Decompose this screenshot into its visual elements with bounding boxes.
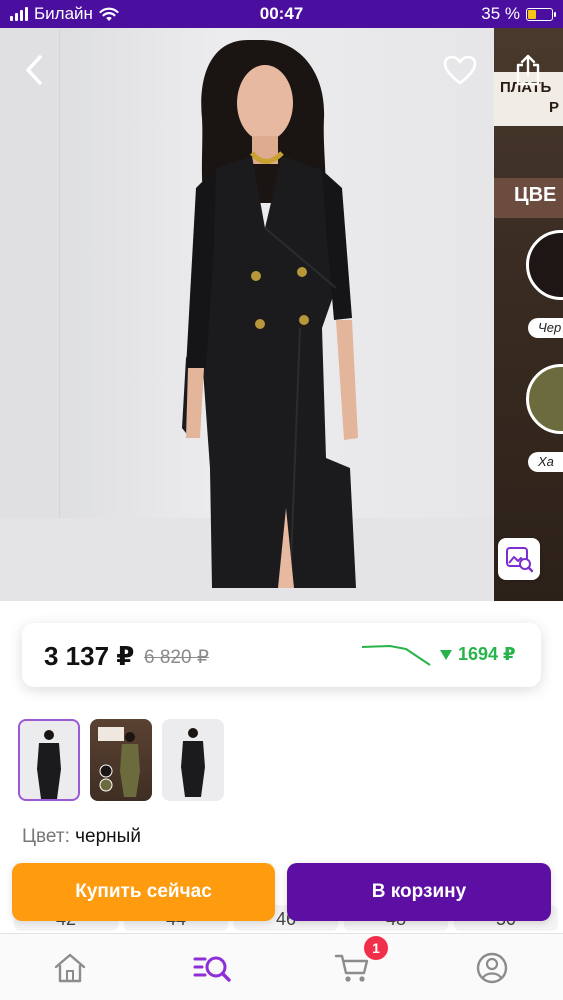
battery-icon: [526, 7, 556, 21]
product-gallery[interactable]: ПЛАТЬ Р ЦВЕ Чер Ха: [0, 28, 563, 601]
next-photo-color-heading: ЦВЕ: [494, 178, 563, 218]
model-in-dress-illustration: [182, 40, 358, 589]
color-label: Цвет:: [22, 826, 70, 847]
product-photo[interactable]: [0, 28, 493, 601]
next-photo-swatch-black-label: Чер: [528, 318, 563, 338]
dress-figure-icon: [181, 728, 205, 797]
color-thumbnails: [18, 719, 224, 801]
battery-percent: 35 %: [481, 4, 520, 23]
current-price: 3 137 ₽: [44, 641, 135, 671]
price-trend-sparkline: [361, 645, 431, 666]
heart-icon: [443, 55, 477, 85]
chevron-left-icon: [26, 55, 42, 85]
next-photo-swatch-black: [526, 230, 563, 300]
color-value: черный: [75, 826, 141, 847]
thumbnail-khaki-dress[interactable]: [90, 719, 152, 801]
next-photo-swatch-khaki-label: Ха: [528, 452, 563, 472]
profile-icon: [476, 952, 508, 984]
arrow-down-icon: [440, 649, 452, 660]
tab-profile[interactable]: [470, 948, 514, 988]
thumbnail-black-dress[interactable]: [18, 719, 80, 801]
price-card[interactable]: 3 137 ₽ 6 820 ₽ 1694 ₽: [22, 623, 541, 687]
status-bar: Билайн 00:47 35 %: [0, 0, 563, 28]
image-search-button[interactable]: [498, 538, 540, 580]
home-icon: [54, 953, 86, 983]
image-search-icon: [506, 547, 534, 573]
price-drop-value: 1694 ₽: [458, 644, 516, 664]
dress-figure-icon: [37, 730, 61, 799]
selected-color: Цвет: черный: [22, 826, 141, 848]
dress-figure-icon: [98, 727, 140, 797]
next-photo-banner-line2: Р: [548, 99, 559, 116]
price-drop: 1694 ₽: [440, 644, 516, 665]
thumbnail-black-dress-back[interactable]: [162, 719, 224, 801]
battery-level: [528, 9, 537, 19]
bottom-tab-bar: [0, 933, 563, 1000]
tab-catalog[interactable]: [190, 948, 234, 988]
catalog-search-icon: [193, 956, 231, 982]
favorite-button[interactable]: [438, 48, 482, 92]
tab-home[interactable]: [48, 948, 92, 988]
share-button[interactable]: [508, 48, 548, 92]
cart-badge: 1: [364, 936, 388, 960]
back-button[interactable]: [14, 50, 54, 90]
cart-icon: [334, 954, 369, 982]
buy-now-button[interactable]: Купить сейчас: [12, 863, 275, 921]
old-price: 6 820 ₽: [144, 647, 209, 668]
next-photo-swatch-khaki: [526, 364, 563, 434]
next-product-photo[interactable]: ПЛАТЬ Р ЦВЕ Чер Ха: [494, 28, 563, 601]
status-right: 35 %: [481, 4, 556, 24]
clock: 00:47: [259, 4, 304, 23]
share-icon: [516, 54, 540, 86]
add-to-cart-button[interactable]: В корзину: [287, 863, 551, 921]
